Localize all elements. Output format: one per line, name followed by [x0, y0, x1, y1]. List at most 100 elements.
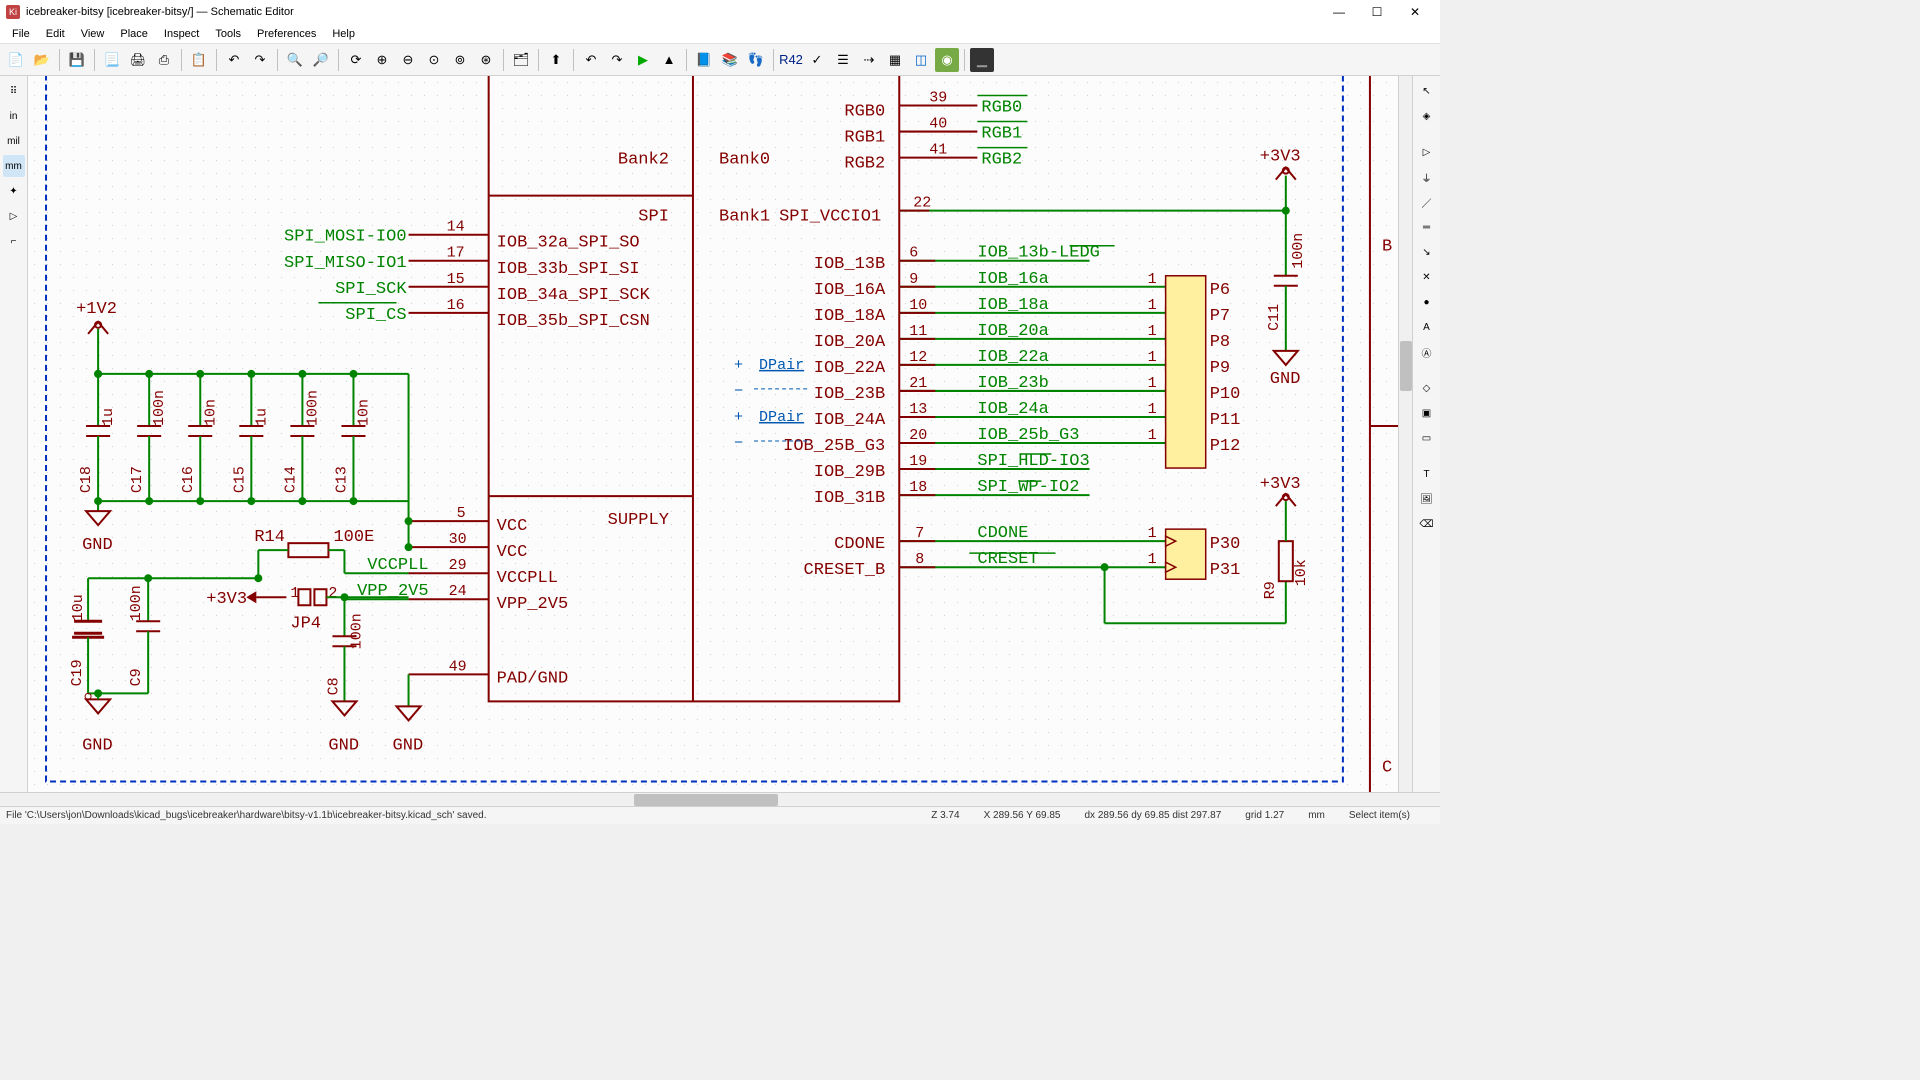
svg-text:10u: 10u [69, 594, 87, 621]
unit-mm[interactable]: mm [3, 155, 25, 177]
add-junction-icon[interactable]: ● [1416, 291, 1438, 313]
find-icon[interactable]: 🔍 [283, 48, 307, 72]
paste-icon[interactable]: 📋 [187, 48, 211, 72]
add-busentry-icon[interactable]: ↘ [1416, 241, 1438, 263]
print-icon[interactable]: 🖨 [126, 48, 150, 72]
add-wire-icon[interactable]: ／ [1416, 191, 1438, 213]
origin-icon[interactable]: ⌐ [3, 230, 25, 252]
console-icon[interactable]: ▁ [970, 48, 994, 72]
svg-text:IOB_31B: IOB_31B [814, 489, 885, 508]
plot-icon[interactable]: ⎙ [152, 48, 176, 72]
scrollbar-horizontal[interactable] [0, 792, 1440, 806]
add-sheet-icon[interactable]: ▭ [1416, 427, 1438, 449]
nav-back-icon[interactable]: ⬆ [544, 48, 568, 72]
rotate-ccw-icon[interactable]: ↶ [579, 48, 603, 72]
select-tool-icon[interactable]: ↖ [1416, 80, 1438, 102]
zoom-out-icon[interactable]: ⊖ [396, 48, 420, 72]
add-symbol-icon[interactable]: ▷ [1416, 141, 1438, 163]
replace-icon[interactable]: 🔎 [309, 48, 333, 72]
close-button[interactable]: ✕ [1396, 0, 1434, 24]
svg-text:P9: P9 [1210, 359, 1230, 378]
bom-table-icon[interactable]: ▦ [883, 48, 907, 72]
maximize-button[interactable]: ☐ [1358, 0, 1396, 24]
new-icon[interactable]: 📄 [4, 48, 28, 72]
rotate-cw-icon[interactable]: ↷ [605, 48, 629, 72]
svg-text:IOB_18A: IOB_18A [814, 307, 886, 326]
add-text-icon[interactable]: T [1416, 463, 1438, 485]
zoom-obj-icon[interactable]: ⊚ [448, 48, 472, 72]
status-sel: Select item(s) [1349, 810, 1410, 821]
hierarchy-icon[interactable]: 🗂 [509, 48, 533, 72]
svg-text:1u: 1u [99, 408, 117, 426]
scrollbar-vertical[interactable] [1398, 76, 1412, 792]
cursor-full-icon[interactable]: ✦ [3, 180, 25, 202]
menu-tools[interactable]: Tools [207, 28, 249, 40]
svg-text:100n: 100n [347, 613, 365, 649]
grid-icon[interactable]: ⠿ [3, 80, 25, 102]
svg-text:CDONE: CDONE [834, 535, 885, 554]
add-noconnect-icon[interactable]: ✕ [1416, 266, 1438, 288]
add-global-label-icon[interactable]: ◇ [1416, 377, 1438, 399]
add-netclass-icon[interactable]: Ⓐ [1416, 341, 1438, 363]
svg-text:100n: 100n [303, 390, 321, 426]
svg-text:R9: R9 [1261, 581, 1279, 599]
minimize-button[interactable]: — [1320, 0, 1358, 24]
svg-text:16: 16 [447, 296, 465, 314]
footprint-icon[interactable]: 👣 [744, 48, 768, 72]
zoom-fit-icon[interactable]: ⊙ [422, 48, 446, 72]
bom-icon[interactable]: ☰ [831, 48, 855, 72]
menu-preferences[interactable]: Preferences [249, 28, 324, 40]
menu-help[interactable]: Help [324, 28, 363, 40]
erc-icon[interactable]: ✓ [805, 48, 829, 72]
mirror-icon[interactable]: ▲ [657, 48, 681, 72]
page-settings-icon[interactable]: 📃 [100, 48, 124, 72]
status-dxy: dx 289.56 dy 69.85 dist 297.87 [1085, 810, 1222, 821]
delete-tool-icon[interactable]: ⌫ [1416, 513, 1438, 535]
bulk-edit-icon[interactable]: ◫ [909, 48, 933, 72]
add-power-icon[interactable]: ⏚ [1416, 166, 1438, 188]
svg-text:IOB_13b-LEDG: IOB_13b-LEDG [977, 244, 1100, 263]
status-grid: grid 1.27 [1245, 810, 1284, 821]
unit-in[interactable]: in [3, 105, 25, 127]
svg-text:1: 1 [1148, 374, 1157, 392]
edge-marker-b: B [1382, 238, 1392, 257]
menu-place[interactable]: Place [112, 28, 156, 40]
schematic-canvas[interactable]: B C Bank2 Bank0 SPI Bank1 SUPPLY RGB0 RG… [28, 76, 1412, 792]
menu-view[interactable]: View [73, 28, 113, 40]
redo-icon[interactable]: ↷ [248, 48, 272, 72]
svg-text:10: 10 [909, 296, 927, 314]
undo-icon[interactable]: ↶ [222, 48, 246, 72]
svg-text:R14: R14 [254, 528, 285, 547]
netlist-icon[interactable]: ⇢ [857, 48, 881, 72]
svg-text:100n: 100n [150, 390, 168, 426]
add-image-icon[interactable]: 🖼 [1416, 488, 1438, 510]
menu-file[interactable]: File [4, 28, 38, 40]
status-xy: X 289.56 Y 69.85 [984, 810, 1061, 821]
zoom-in-icon[interactable]: ⊕ [370, 48, 394, 72]
symbol-editor-icon[interactable]: 📘 [692, 48, 716, 72]
add-bus-icon[interactable]: ═ [1416, 216, 1438, 238]
add-hier-label-icon[interactable]: ▣ [1416, 402, 1438, 424]
save-icon[interactable]: 💾 [65, 48, 89, 72]
svg-text:17: 17 [447, 244, 465, 262]
run-icon[interactable]: ▶ [631, 48, 655, 72]
menu-edit[interactable]: Edit [38, 28, 73, 40]
zoom-sel-icon[interactable]: ⊛ [474, 48, 498, 72]
pcb-icon[interactable]: ◉ [935, 48, 959, 72]
add-label-icon[interactable]: A [1416, 316, 1438, 338]
menu-inspect[interactable]: Inspect [156, 28, 207, 40]
symbol-browser-icon[interactable]: 📚 [718, 48, 742, 72]
svg-text:2: 2 [328, 584, 337, 602]
hidden-pins-icon[interactable]: ▷ [3, 205, 25, 227]
svg-text:100n: 100n [127, 585, 145, 621]
svg-text:C11: C11 [1265, 304, 1283, 331]
highlight-tool-icon[interactable]: ◈ [1416, 105, 1438, 127]
annotate-icon[interactable]: R42 [779, 48, 803, 72]
svg-text:GND: GND [1270, 370, 1301, 389]
unit-mil[interactable]: mil [3, 130, 25, 152]
svg-text:RGB1: RGB1 [981, 125, 1022, 144]
svg-text:IOB_16a: IOB_16a [977, 270, 1048, 289]
svg-text:41: 41 [929, 141, 947, 159]
refresh-icon[interactable]: ⟳ [344, 48, 368, 72]
open-icon[interactable]: 📂 [30, 48, 54, 72]
